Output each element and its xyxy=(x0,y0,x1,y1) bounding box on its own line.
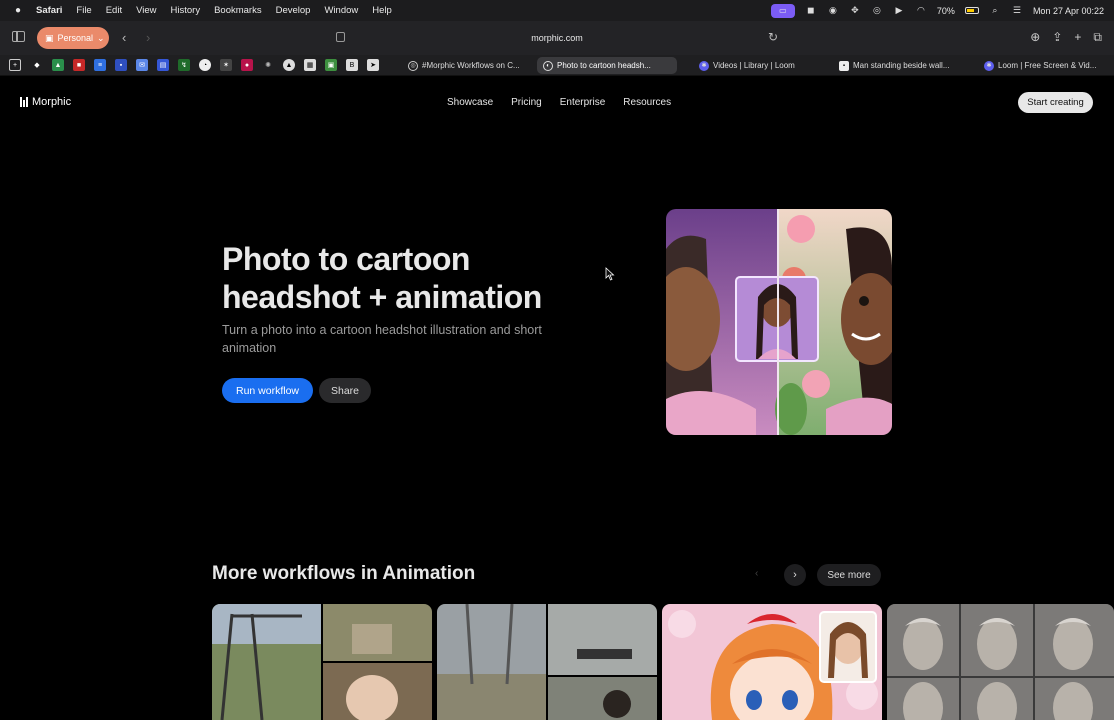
favorite-sheets-icon[interactable]: ▣ xyxy=(325,59,337,71)
play-icon[interactable]: ▶ xyxy=(893,5,905,17)
menu-bookmarks[interactable]: Bookmarks xyxy=(214,5,262,16)
see-more-button[interactable]: See more xyxy=(817,564,881,586)
toolbar-actions: ⊕ ⇪ + ⧉ xyxy=(1030,30,1102,45)
nav-enterprise[interactable]: Enterprise xyxy=(560,97,606,108)
address-bar[interactable]: morphic.com xyxy=(0,33,1114,43)
nav-pricing[interactable]: Pricing xyxy=(511,97,542,108)
run-workflow-button[interactable]: Run workflow xyxy=(222,378,313,403)
tab-label: Photo to cartoon headsh... xyxy=(557,61,651,70)
tab-label: Man standing beside wall... xyxy=(853,61,950,70)
tab-man-standing[interactable]: ▪ Man standing beside wall... xyxy=(833,57,973,74)
workflow-card-portraits[interactable] xyxy=(887,604,1114,720)
morphic-icon: ◐ xyxy=(543,60,553,71)
tab-overview-icon[interactable]: ⧉ xyxy=(1093,30,1102,45)
loom-icon: ✱ xyxy=(699,60,709,71)
menu-file[interactable]: File xyxy=(76,5,91,16)
favorite-pink-icon[interactable]: ● xyxy=(241,59,253,71)
favorite-openai-icon[interactable]: ✺ xyxy=(262,59,274,71)
favorite-forms-icon[interactable]: ▤ xyxy=(157,59,169,71)
download-icon[interactable]: ⊕ xyxy=(1030,30,1040,45)
menu-help[interactable]: Help xyxy=(372,5,392,16)
favorite-triangle-icon[interactable]: ▲ xyxy=(283,59,295,71)
hero-title-line2: headshot + animation xyxy=(222,279,542,315)
battery-percent: 70% xyxy=(936,5,955,16)
camera-icon[interactable]: ◼ xyxy=(805,5,817,17)
favorite-grid-icon[interactable]: ▦ xyxy=(304,59,316,71)
menu-app-safari[interactable]: Safari xyxy=(36,5,62,16)
logo-icon xyxy=(20,97,28,107)
tab-label: Videos | Library | Loom xyxy=(713,61,795,70)
workflow-card-playground[interactable] xyxy=(212,604,432,720)
apple-menu-icon[interactable]: ● xyxy=(12,5,24,16)
dashboard-icon[interactable]: ◎ xyxy=(871,5,883,17)
menu-clock[interactable]: Mon 27 Apr 00:22 xyxy=(1033,6,1104,16)
menu-develop[interactable]: Develop xyxy=(276,5,311,16)
mouse-cursor-icon xyxy=(605,267,615,281)
favorite-send-icon[interactable]: ➤ xyxy=(367,59,379,71)
carousel-prev-icon[interactable]: ‹ xyxy=(755,568,758,579)
move-icon[interactable]: ✥ xyxy=(849,5,861,17)
tab-morphic-workflows[interactable]: ◎ #Morphic Workflows on C... xyxy=(402,57,534,74)
status-area: ▭ ◼ ◉ ✥ ◎ ▶ ◠ 70% ⌕ ☰ Mon 27 Apr 00:22 xyxy=(770,0,1104,21)
tab-label: Loom | Free Screen & Vid... xyxy=(998,61,1097,70)
hero-title-line1: Photo to cartoon xyxy=(222,241,470,277)
hero-subtitle: Turn a photo into a cartoon headshot ill… xyxy=(222,323,542,355)
start-creating-button[interactable]: Start creating xyxy=(1018,92,1093,113)
menu-edit[interactable]: Edit xyxy=(106,5,122,16)
new-tab-icon[interactable]: + xyxy=(1074,30,1081,45)
workflow-card-anime[interactable] xyxy=(662,604,882,720)
logo-text: Morphic xyxy=(32,96,72,108)
tab-bar: + ◆ ▲ ■ ≡ ▪ ✉ ▤ ↯ ◔ ✶ ● ✺ ▲ ▦ ▣ B ➤ ◎ #M… xyxy=(0,55,1114,76)
control-center-icon[interactable]: ☰ xyxy=(1011,5,1023,17)
macos-menu-bar: ● Safari File Edit View History Bookmark… xyxy=(0,0,1114,21)
favorite-drive-icon[interactable]: ▲ xyxy=(52,59,64,71)
nav-showcase[interactable]: Showcase xyxy=(447,97,493,108)
favorite-green-icon[interactable]: ↯ xyxy=(178,59,190,71)
menu-window[interactable]: Window xyxy=(324,5,358,16)
hero-title: Photo to cartoon headshot + animation xyxy=(222,240,622,316)
carousel-next-button[interactable]: › xyxy=(784,564,806,586)
loom-icon: ✱ xyxy=(984,60,994,71)
favorite-docs-icon[interactable]: ≡ xyxy=(94,59,106,71)
chevron-right-icon: › xyxy=(793,569,797,581)
reload-icon[interactable]: ↻ xyxy=(768,30,778,44)
wifi-icon[interactable]: ◠ xyxy=(915,5,927,17)
hero-preview-image xyxy=(666,209,892,435)
discord-icon: ◎ xyxy=(408,60,418,71)
grammarly-icon[interactable]: ◉ xyxy=(827,5,839,17)
tab-loom-free[interactable]: ✱ Loom | Free Screen & Vid... xyxy=(978,57,1110,74)
favorite-blue-icon[interactable]: ▪ xyxy=(115,59,127,71)
menu-view[interactable]: View xyxy=(136,5,156,16)
screen-record-icon[interactable]: ▭ xyxy=(770,3,795,18)
nav-resources[interactable]: Resources xyxy=(623,97,671,108)
tab-photo-to-cartoon[interactable]: ◐ Photo to cartoon headsh... xyxy=(537,57,677,74)
favorite-mail-icon[interactable]: ✉ xyxy=(136,59,148,71)
unsplash-icon: ▪ xyxy=(839,60,849,71)
menu-history[interactable]: History xyxy=(171,5,201,16)
favorite-add-icon[interactable]: + xyxy=(9,59,21,71)
site-header: Morphic Showcase Pricing Enterprise Reso… xyxy=(0,76,1114,130)
share-icon[interactable]: ⇪ xyxy=(1052,30,1062,45)
tab-loom-library[interactable]: ✱ Videos | Library | Loom xyxy=(693,57,825,74)
more-workflows-heading: More workflows in Animation xyxy=(212,563,476,584)
spotlight-search-icon[interactable]: ⌕ xyxy=(989,5,1001,17)
favorite-framer-icon[interactable]: ◆ xyxy=(31,59,43,71)
safari-toolbar: ▣ Personal ⌄ ‹ › morphic.com ↻ ⊕ ⇪ + ⧉ xyxy=(0,21,1114,55)
favorite-clock-icon[interactable]: ◔ xyxy=(199,59,211,71)
share-button[interactable]: Share xyxy=(319,378,371,403)
favorite-red-icon[interactable]: ■ xyxy=(73,59,85,71)
morphic-logo[interactable]: Morphic xyxy=(20,96,71,108)
workflow-card-park[interactable] xyxy=(437,604,657,720)
tab-label: #Morphic Workflows on C... xyxy=(422,61,520,70)
main-nav: Showcase Pricing Enterprise Resources xyxy=(447,97,671,108)
favorite-b-icon[interactable]: B xyxy=(346,59,358,71)
favorite-app-icon[interactable]: ✶ xyxy=(220,59,232,71)
battery-icon[interactable] xyxy=(964,7,979,14)
